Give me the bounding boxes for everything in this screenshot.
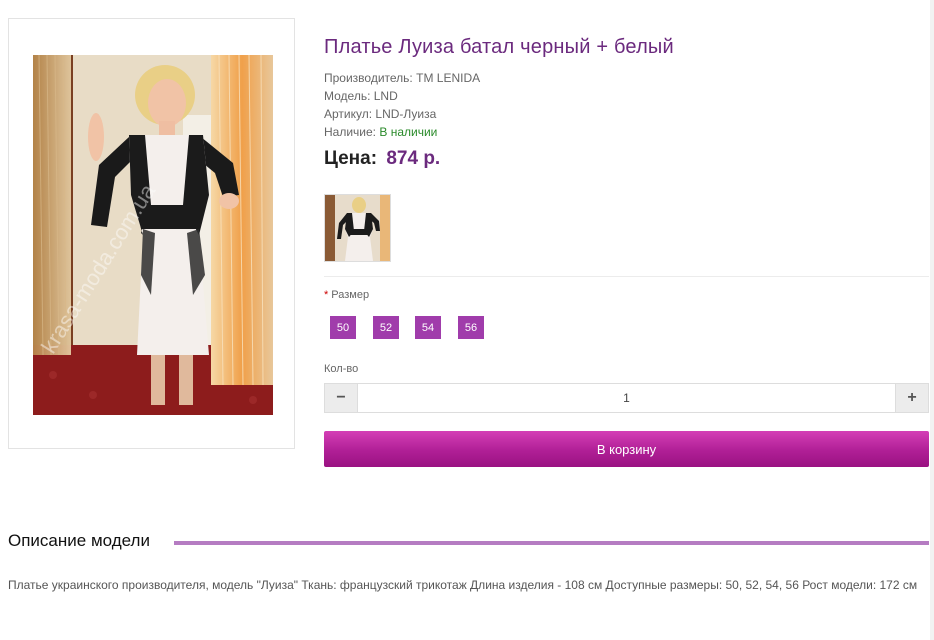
product-thumbnail[interactable]: [324, 194, 391, 262]
sku-line: Артикул: LND-Луиза: [324, 107, 436, 121]
description-heading-line: [174, 541, 929, 545]
price-value: 874 р.: [386, 148, 441, 169]
size-label-text: Размер: [331, 289, 370, 301]
description-text: Платье украинского производителя, модель…: [8, 578, 918, 592]
manufacturer-line: Производитель: ТМ LENIDA: [324, 71, 480, 85]
size-label: * Размер: [324, 289, 369, 301]
size-option-56[interactable]: 56: [458, 316, 484, 339]
required-mark: *: [324, 289, 329, 301]
size-option-54[interactable]: 54: [415, 316, 441, 339]
quantity-input[interactable]: [357, 384, 896, 412]
main-image-frame[interactable]: krasa-moda.com.ua: [8, 18, 295, 449]
stock-status: В наличии: [379, 125, 438, 139]
model-line: Модель: LND: [324, 89, 398, 103]
sku-label: Артикул:: [324, 107, 373, 121]
quantity-stepper: − +: [324, 383, 929, 413]
model-value: LND: [373, 89, 398, 103]
stock-line: Наличие: В наличии: [324, 125, 437, 139]
size-option-50[interactable]: 50: [330, 316, 356, 339]
quantity-label: Кол-во: [324, 363, 359, 375]
stock-label: Наличие:: [324, 125, 377, 139]
product-photo[interactable]: krasa-moda.com.ua: [33, 55, 273, 415]
quantity-decrease-button[interactable]: −: [325, 384, 357, 412]
manufacturer-value: ТМ LENIDA: [416, 71, 481, 85]
size-option-52[interactable]: 52: [373, 316, 399, 339]
price: Цена: 874 р.: [324, 148, 440, 170]
description-heading: Описание модели: [8, 531, 158, 551]
sku-value: LND-Луиза: [375, 107, 437, 121]
section-divider: [324, 276, 929, 277]
page-edge: [930, 0, 934, 640]
price-label: Цена:: [324, 148, 378, 169]
add-to-cart-button[interactable]: В корзину: [324, 431, 929, 467]
quantity-increase-button[interactable]: +: [896, 384, 928, 412]
model-label: Модель:: [324, 89, 371, 103]
manufacturer-label: Производитель:: [324, 71, 413, 85]
product-title: Платье Луиза батал черный + белый: [324, 36, 674, 58]
